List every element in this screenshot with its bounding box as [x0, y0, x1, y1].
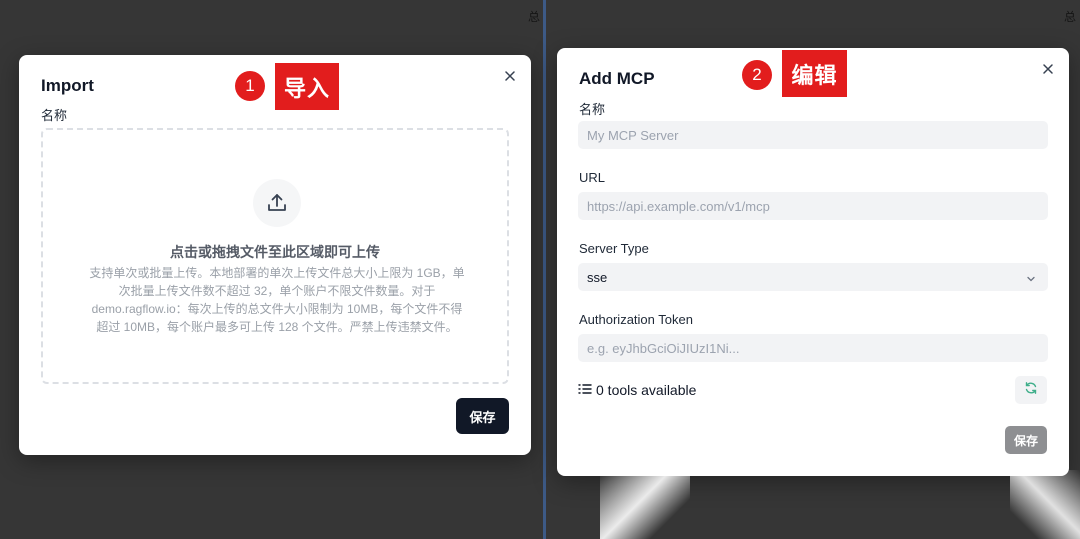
step-tag: 导入 [275, 63, 339, 110]
server-type-value: sse [587, 269, 608, 285]
url-input[interactable]: https://api.example.com/v1/mcp [578, 192, 1048, 220]
background-text-fragment: 总 [1064, 10, 1077, 24]
dialog-title: Import [41, 76, 94, 95]
file-dropzone[interactable]: 点击或拖拽文件至此区域即可上传 支持单次或批量上传。本地部署的单次上传文件总大小… [41, 128, 509, 384]
tools-count: 0 tools available [596, 382, 697, 398]
add-mcp-dialog: Add MCP 2 编辑 名称 My MCP Server URL https:… [557, 48, 1069, 476]
step-badge: 1 [235, 71, 265, 101]
dropzone-description: 支持单次或批量上传。本地部署的单次上传文件总大小上限为 1GB，单 次批量上传文… [89, 266, 465, 334]
server-type-label: Server Type [579, 241, 649, 256]
chevron-down-icon [1026, 272, 1036, 287]
auth-token-label: Authorization Token [579, 312, 693, 327]
screen-glare [1010, 470, 1080, 539]
auth-token-input[interactable]: e.g. eyJhbGciOiJIUzI1Ni... [578, 334, 1048, 362]
save-button[interactable]: 保存 [1005, 426, 1047, 454]
refresh-icon [1024, 381, 1038, 400]
step-badge: 2 [742, 60, 772, 90]
close-icon[interactable] [503, 69, 517, 83]
background-text-fragment: 总 [528, 10, 541, 24]
name-label: 名称 [41, 108, 68, 123]
list-icon [578, 382, 592, 398]
import-dialog: Import 1 导入 名称 点击或拖拽文件至此区域即可上传 支持单次或批量上传… [19, 55, 531, 455]
refresh-button[interactable] [1015, 376, 1047, 404]
name-input[interactable]: My MCP Server [578, 121, 1048, 149]
upload-icon [253, 179, 301, 227]
dropzone-title: 点击或拖拽文件至此区域即可上传 [170, 244, 380, 260]
screen-glare [600, 470, 690, 539]
name-label: 名称 [579, 102, 606, 117]
step-tag: 编辑 [782, 50, 847, 97]
screenshot-divider [543, 0, 546, 539]
close-icon[interactable] [1041, 62, 1055, 76]
server-type-select[interactable]: sse [578, 263, 1048, 291]
save-button[interactable]: 保存 [456, 398, 509, 434]
tools-status: 0 tools available [578, 382, 696, 398]
dialog-title: Add MCP [579, 69, 655, 88]
url-label: URL [579, 170, 606, 185]
